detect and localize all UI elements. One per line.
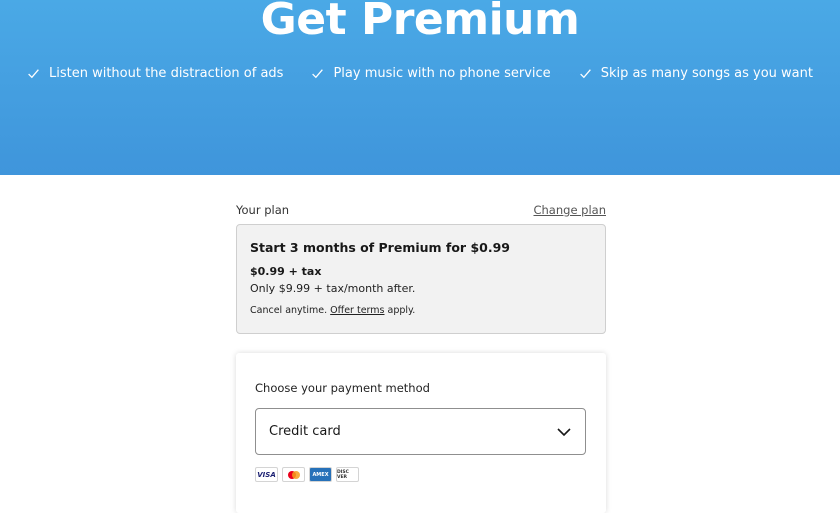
payment-method-label: Choose your payment method bbox=[255, 381, 430, 395]
plan-label: Your plan bbox=[236, 203, 290, 217]
check-icon bbox=[28, 69, 39, 79]
plan-after-price: Only $9.99 + tax/month after. bbox=[250, 282, 416, 295]
cancel-prefix: Cancel anytime. bbox=[250, 305, 331, 316]
chevron-down-icon bbox=[557, 427, 571, 436]
cancel-suffix: apply. bbox=[384, 305, 416, 316]
benefits-list: Listen without the distraction of ads Pl… bbox=[0, 66, 840, 81]
payment-method-card: Choose your payment method Credit card V… bbox=[236, 353, 606, 513]
benefit-text: Play music with no phone service bbox=[333, 66, 551, 81]
change-plan-link[interactable]: Change plan bbox=[533, 203, 606, 217]
mastercard-logo bbox=[282, 467, 305, 482]
benefit-item: Skip as many songs as you want bbox=[579, 66, 813, 81]
benefit-item: Listen without the distraction of ads bbox=[27, 66, 283, 81]
plan-price: $0.99 + tax bbox=[250, 265, 322, 278]
amex-logo: AMEX bbox=[309, 467, 332, 482]
visa-logo: VISA bbox=[255, 467, 278, 482]
offer-terms-link[interactable]: Offer terms bbox=[330, 305, 384, 316]
check-icon bbox=[579, 69, 591, 79]
premium-hero-banner: Get Premium Listen without the distracti… bbox=[0, 0, 840, 175]
benefit-item: Play music with no phone service bbox=[311, 66, 551, 81]
plan-cancel-note: Cancel anytime. Offer terms apply. bbox=[250, 305, 592, 316]
plan-header: Your plan Change plan bbox=[236, 203, 606, 217]
check-icon bbox=[312, 69, 324, 79]
page-title: Get Premium bbox=[260, 0, 580, 45]
payment-method-select[interactable]: Credit card bbox=[255, 408, 586, 455]
selected-payment-method: Credit card bbox=[269, 424, 341, 439]
benefit-text: Skip as many songs as you want bbox=[600, 66, 813, 81]
discover-logo: DISC VER bbox=[336, 467, 359, 482]
benefit-text: Listen without the distraction of ads bbox=[49, 66, 284, 81]
plan-summary-box: Start 3 months of Premium for $0.99 $0.9… bbox=[236, 224, 606, 334]
plan-title: Start 3 months of Premium for $0.99 bbox=[250, 240, 510, 255]
card-logos: VISA AMEX DISC VER bbox=[255, 467, 587, 482]
